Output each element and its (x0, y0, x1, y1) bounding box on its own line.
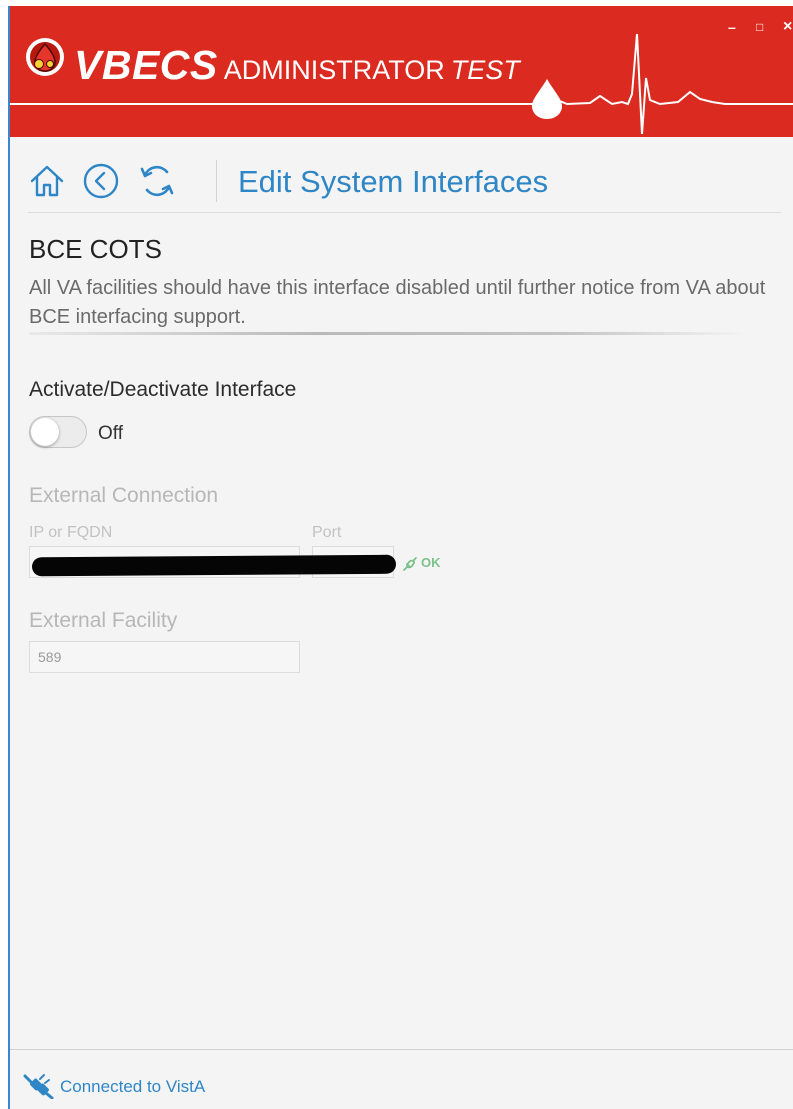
app-brand: VBECS (74, 42, 218, 88)
interface-title: BCE COTS (29, 234, 162, 264)
activate-interface-toggle[interactable] (29, 416, 87, 448)
minimize-button[interactable]: – (728, 20, 736, 34)
section-divider (29, 332, 744, 335)
connection-status: OK (421, 555, 441, 570)
maximize-button[interactable]: □ (756, 20, 763, 34)
app-name: ADMINISTRATOR (223, 55, 445, 85)
toggle-state-label: Off (98, 423, 123, 444)
external-connection-title: External Connection (29, 484, 219, 507)
interface-description: All VA facilities should have this inter… (29, 277, 766, 328)
navigation-bar: Edit System Interfaces (28, 156, 788, 206)
environment-label: TEST (450, 55, 520, 85)
vbecs-logo-icon (26, 38, 64, 76)
close-button[interactable]: × (783, 19, 792, 35)
connection-plug-icon (403, 556, 417, 571)
header-divider (28, 212, 781, 213)
redaction-mark (31, 554, 397, 577)
home-icon[interactable] (28, 162, 66, 200)
external-facility-input[interactable] (29, 641, 300, 673)
refresh-icon[interactable] (138, 162, 176, 200)
ip-fqdn-label: IP or FQDN (29, 524, 113, 541)
port-label: Port (312, 524, 342, 541)
connection-status-text: Connected to VistA (60, 1077, 206, 1096)
app-window: VBECS ADMINISTRATOR TEST – □ × Edit System… (8, 6, 793, 1109)
title-bar: VBECS ADMINISTRATOR TEST – □ × (10, 6, 793, 137)
external-facility-title: External Facility (29, 609, 178, 632)
test-connection-button[interactable]: OK (402, 555, 441, 572)
status-divider (10, 1049, 793, 1050)
activation-label: Activate/Deactivate Interface (29, 378, 297, 401)
back-icon[interactable] (82, 162, 120, 200)
toggle-knob (31, 418, 59, 446)
disconnected-plug-icon (23, 1074, 54, 1099)
page-title: Edit System Interfaces (238, 164, 549, 199)
nav-divider (216, 160, 217, 202)
app-title: VBECS ADMINISTRATOR TEST (74, 42, 520, 89)
